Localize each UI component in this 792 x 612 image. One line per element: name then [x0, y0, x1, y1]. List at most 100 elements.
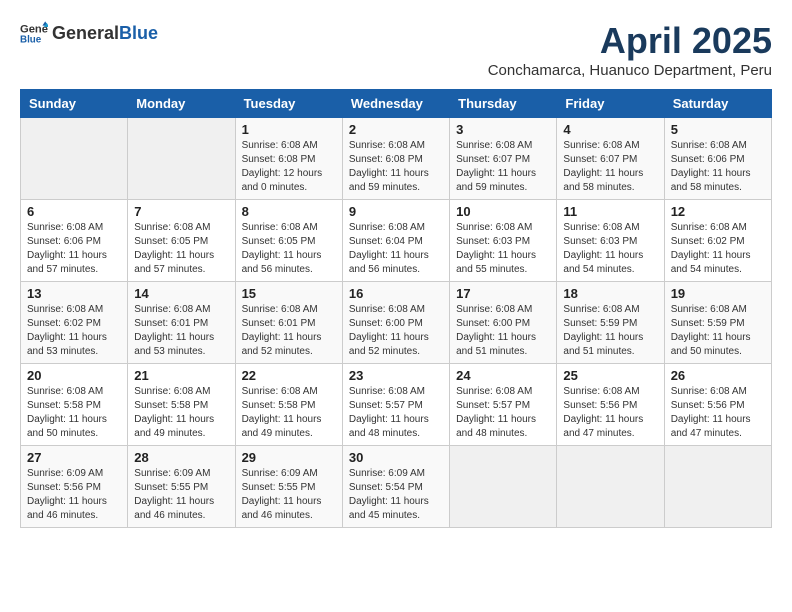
- day-number: 26: [671, 368, 765, 383]
- calendar-cell: 30 Sunrise: 6:09 AM Sunset: 5:54 PM Dayli…: [342, 446, 449, 528]
- day-number: 21: [134, 368, 228, 383]
- day-info: Sunrise: 6:08 AM Sunset: 5:58 PM Dayligh…: [27, 385, 121, 441]
- calendar-day-header: Tuesday: [235, 90, 342, 118]
- day-number: 16: [349, 286, 443, 301]
- logo: General Blue GeneralBlue: [20, 20, 158, 48]
- calendar-cell: [557, 446, 664, 528]
- calendar-cell: 3Sunrise: 6:08 AM Sunset: 6:07 PM Daylig…: [450, 118, 557, 200]
- subtitle: Conchamarca, Huanuco Department, Peru: [488, 62, 772, 79]
- svg-text:Blue: Blue: [20, 34, 42, 45]
- calendar-cell: 19 Sunrise: 6:08 AM Sunset: 5:59 PM Dayli…: [664, 282, 771, 364]
- calendar-day-header: Friday: [557, 90, 664, 118]
- calendar-week-row: 13Sunrise: 6:08 AM Sunset: 6:02 PM Dayli…: [21, 282, 772, 364]
- day-number: 29: [242, 450, 336, 465]
- calendar-header-row: SundayMondayTuesdayWednesdayThursdayFrid…: [21, 90, 772, 118]
- day-number: 23: [349, 368, 443, 383]
- day-info: Sunrise: 6:08 AM Sunset: 6:05 PM Dayligh…: [134, 221, 228, 277]
- day-info: Sunrise: 6:08 AM Sunset: 5:56 PM Dayligh…: [563, 385, 657, 441]
- calendar-week-row: 1 Sunrise: 6:08 AM Sunset: 6:08 PM Daylig…: [21, 118, 772, 200]
- calendar-cell: 10 Sunrise: 6:08 AM Sunset: 6:03 PM Dayli…: [450, 200, 557, 282]
- day-info: Sunrise: 6:08 AM Sunset: 6:00 PM Dayligh…: [349, 303, 443, 359]
- day-number: 17: [456, 286, 550, 301]
- calendar-cell: 20 Sunrise: 6:08 AM Sunset: 5:58 PM Dayli…: [21, 364, 128, 446]
- calendar-cell: 16 Sunrise: 6:08 AM Sunset: 6:00 PM Dayli…: [342, 282, 449, 364]
- day-number: 20: [27, 368, 121, 383]
- day-number: 10: [456, 204, 550, 219]
- day-number: 27: [27, 450, 121, 465]
- day-number: 24: [456, 368, 550, 383]
- day-info: Sunrise: 6:08 AM Sunset: 5:56 PM Dayligh…: [671, 385, 765, 441]
- day-number: 19: [671, 286, 765, 301]
- day-number: 4: [563, 122, 657, 137]
- calendar-cell: [128, 118, 235, 200]
- calendar-week-row: 6Sunrise: 6:08 AM Sunset: 6:06 PM Daylig…: [21, 200, 772, 282]
- day-number: 14: [134, 286, 228, 301]
- day-info: Sunrise: 6:08 AM Sunset: 6:05 PM Dayligh…: [242, 221, 336, 277]
- day-number: 2: [349, 122, 443, 137]
- day-number: 12: [671, 204, 765, 219]
- day-info: Sunrise: 6:09 AM Sunset: 5:55 PM Dayligh…: [242, 467, 336, 523]
- logo-blue: Blue: [119, 23, 158, 43]
- day-info: Sunrise: 6:09 AM Sunset: 5:55 PM Dayligh…: [134, 467, 228, 523]
- calendar-cell: 9 Sunrise: 6:08 AM Sunset: 6:04 PM Daylig…: [342, 200, 449, 282]
- calendar-table: SundayMondayTuesdayWednesdayThursdayFrid…: [20, 89, 772, 528]
- calendar-cell: 14 Sunrise: 6:08 AM Sunset: 6:01 PM Dayli…: [128, 282, 235, 364]
- calendar-cell: 17 Sunrise: 6:08 AM Sunset: 6:00 PM Dayli…: [450, 282, 557, 364]
- day-number: 8: [242, 204, 336, 219]
- calendar-cell: 21Sunrise: 6:08 AM Sunset: 5:58 PM Dayli…: [128, 364, 235, 446]
- day-info: Sunrise: 6:08 AM Sunset: 5:57 PM Dayligh…: [349, 385, 443, 441]
- day-info: Sunrise: 6:08 AM Sunset: 6:07 PM Dayligh…: [456, 139, 550, 195]
- calendar-cell: [21, 118, 128, 200]
- day-number: 22: [242, 368, 336, 383]
- day-info: Sunrise: 6:09 AM Sunset: 5:56 PM Dayligh…: [27, 467, 121, 523]
- logo-icon: General Blue: [20, 20, 48, 48]
- day-info: Sunrise: 6:08 AM Sunset: 6:06 PM Dayligh…: [27, 221, 121, 277]
- calendar-week-row: 27 Sunrise: 6:09 AM Sunset: 5:56 PM Dayli…: [21, 446, 772, 528]
- calendar-cell: 11 Sunrise: 6:08 AM Sunset: 6:03 PM Dayli…: [557, 200, 664, 282]
- day-info: Sunrise: 6:08 AM Sunset: 5:59 PM Dayligh…: [671, 303, 765, 359]
- day-info: Sunrise: 6:08 AM Sunset: 6:00 PM Dayligh…: [456, 303, 550, 359]
- day-number: 11: [563, 204, 657, 219]
- logo-general: General: [52, 23, 119, 43]
- day-info: Sunrise: 6:08 AM Sunset: 6:02 PM Dayligh…: [671, 221, 765, 277]
- calendar-cell: 8 Sunrise: 6:08 AM Sunset: 6:05 PM Daylig…: [235, 200, 342, 282]
- calendar-cell: 29 Sunrise: 6:09 AM Sunset: 5:55 PM Dayli…: [235, 446, 342, 528]
- day-info: Sunrise: 6:08 AM Sunset: 6:06 PM Dayligh…: [671, 139, 765, 195]
- calendar-day-header: Saturday: [664, 90, 771, 118]
- day-info: Sunrise: 6:08 AM Sunset: 5:59 PM Dayligh…: [563, 303, 657, 359]
- calendar-cell: 5 Sunrise: 6:08 AM Sunset: 6:06 PM Daylig…: [664, 118, 771, 200]
- calendar-cell: 22 Sunrise: 6:08 AM Sunset: 5:58 PM Dayli…: [235, 364, 342, 446]
- calendar-day-header: Sunday: [21, 90, 128, 118]
- day-number: 15: [242, 286, 336, 301]
- calendar-day-header: Wednesday: [342, 90, 449, 118]
- calendar-cell: 18 Sunrise: 6:08 AM Sunset: 5:59 PM Dayli…: [557, 282, 664, 364]
- main-title: April 2025: [488, 20, 772, 62]
- calendar-week-row: 20 Sunrise: 6:08 AM Sunset: 5:58 PM Dayli…: [21, 364, 772, 446]
- calendar-cell: 13Sunrise: 6:08 AM Sunset: 6:02 PM Dayli…: [21, 282, 128, 364]
- calendar-day-header: Thursday: [450, 90, 557, 118]
- day-info: Sunrise: 6:08 AM Sunset: 6:08 PM Dayligh…: [349, 139, 443, 195]
- day-number: 9: [349, 204, 443, 219]
- day-number: 30: [349, 450, 443, 465]
- day-info: Sunrise: 6:08 AM Sunset: 6:03 PM Dayligh…: [456, 221, 550, 277]
- day-info: Sunrise: 6:08 AM Sunset: 6:01 PM Dayligh…: [242, 303, 336, 359]
- day-info: Sunrise: 6:08 AM Sunset: 6:01 PM Dayligh…: [134, 303, 228, 359]
- calendar-cell: 12 Sunrise: 6:08 AM Sunset: 6:02 PM Dayli…: [664, 200, 771, 282]
- calendar-cell: 28Sunrise: 6:09 AM Sunset: 5:55 PM Dayli…: [128, 446, 235, 528]
- calendar-cell: 2 Sunrise: 6:08 AM Sunset: 6:08 PM Daylig…: [342, 118, 449, 200]
- calendar-cell: 25Sunrise: 6:08 AM Sunset: 5:56 PM Dayli…: [557, 364, 664, 446]
- calendar-cell: 4Sunrise: 6:08 AM Sunset: 6:07 PM Daylig…: [557, 118, 664, 200]
- day-info: Sunrise: 6:08 AM Sunset: 6:04 PM Dayligh…: [349, 221, 443, 277]
- day-number: 7: [134, 204, 228, 219]
- day-info: Sunrise: 6:09 AM Sunset: 5:54 PM Dayligh…: [349, 467, 443, 523]
- calendar-cell: 15 Sunrise: 6:08 AM Sunset: 6:01 PM Dayli…: [235, 282, 342, 364]
- day-number: 1: [242, 122, 336, 137]
- day-number: 5: [671, 122, 765, 137]
- day-number: 18: [563, 286, 657, 301]
- calendar-cell: [450, 446, 557, 528]
- page-header: General Blue GeneralBlue April 2025 Conc…: [20, 20, 772, 79]
- day-info: Sunrise: 6:08 AM Sunset: 6:03 PM Dayligh…: [563, 221, 657, 277]
- calendar-cell: 23 Sunrise: 6:08 AM Sunset: 5:57 PM Dayli…: [342, 364, 449, 446]
- calendar-cell: 27 Sunrise: 6:09 AM Sunset: 5:56 PM Dayli…: [21, 446, 128, 528]
- day-info: Sunrise: 6:08 AM Sunset: 5:58 PM Dayligh…: [242, 385, 336, 441]
